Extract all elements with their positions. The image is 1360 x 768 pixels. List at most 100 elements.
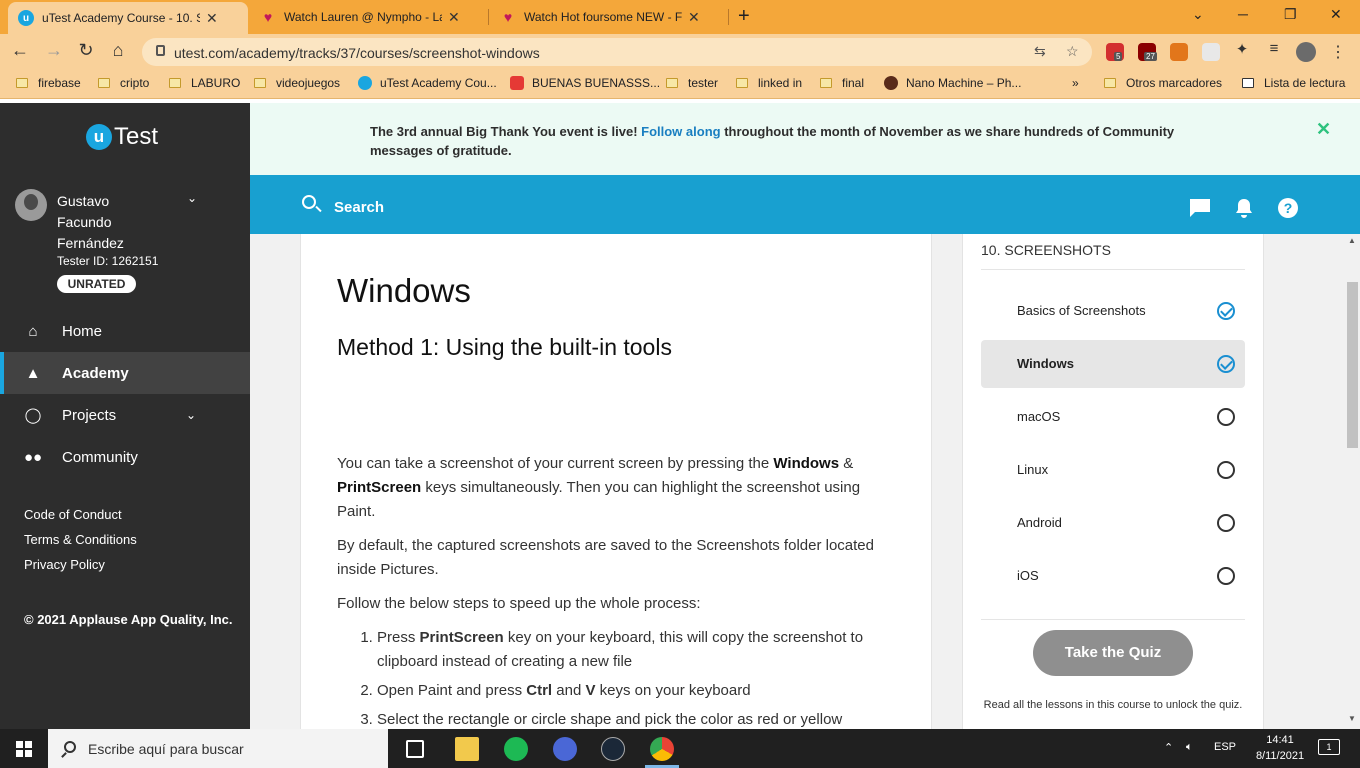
volume-icon[interactable]: 🔈︎ (1186, 741, 1193, 754)
close-tab-icon[interactable]: ✕ (206, 10, 218, 27)
lesson-item-active[interactable]: Windows (981, 340, 1245, 388)
reload-icon[interactable]: ↻ (74, 40, 98, 61)
close-banner-icon[interactable]: ✕ (1316, 119, 1331, 140)
bookmark-folder[interactable]: final (820, 76, 864, 90)
chevron-down-icon[interactable]: ⌄ (186, 408, 196, 422)
other-bookmarks[interactable]: Otros marcadores (1104, 76, 1222, 90)
bookmark-folder[interactable]: LABURO (169, 76, 240, 90)
home-icon[interactable]: ⌂ (106, 40, 130, 61)
divider (981, 269, 1245, 270)
url-text[interactable]: utest.com/academy/tracks/37/courses/scre… (174, 45, 540, 61)
steam-icon[interactable] (601, 737, 625, 761)
taskbar-search-input[interactable]: Escribe aquí para buscar (88, 741, 244, 757)
chrome-profile-icon[interactable] (553, 737, 577, 761)
nav-item-academy[interactable]: ▲ Academy (0, 352, 250, 394)
new-tab-icon[interactable]: + (738, 5, 750, 28)
bookmark-label: BUENAS BUENASSS... (532, 76, 661, 90)
page-scrollbar[interactable]: ▲ ▼ (1345, 234, 1360, 729)
bookmark-folder[interactable]: videojuegos (254, 76, 340, 90)
text: keys on your keyboard (595, 682, 751, 699)
tester-id: Tester ID: 1262151 (57, 254, 159, 268)
nav-label: Community (62, 448, 138, 466)
nav-item-projects[interactable]: ◯ Projects ⌄ (0, 394, 250, 436)
follow-along-link[interactable]: Follow along (641, 124, 720, 139)
close-window-icon[interactable]: ✕ (1330, 6, 1342, 23)
lesson-item[interactable]: Basics of Screenshots (981, 287, 1245, 335)
terms-conditions-link[interactable]: Terms & Conditions (24, 532, 137, 547)
lesson-item[interactable]: iOS (981, 552, 1245, 600)
bookmark-link[interactable]: uTest Academy Cou... (358, 76, 497, 90)
start-tile (25, 741, 32, 748)
bookmark-label: LABURO (191, 76, 241, 90)
spotify-icon[interactable] (504, 737, 528, 761)
bookmarks-overflow-icon[interactable]: » (1072, 76, 1079, 90)
browser-menu-icon[interactable]: ⋮ (1330, 42, 1346, 62)
search-icon[interactable] (302, 195, 316, 209)
translate-icon[interactable]: ⇆ (1034, 43, 1046, 60)
tab-search-chevron-icon[interactable]: ⌄ (1192, 6, 1204, 23)
bookmark-link[interactable]: Nano Machine – Ph... (884, 76, 1021, 90)
code-of-conduct-link[interactable]: Code of Conduct (24, 507, 122, 522)
scroll-down-icon[interactable]: ▼ (1348, 714, 1356, 723)
heart-favicon-icon: ♥ (503, 9, 513, 25)
lock-icon[interactable] (156, 45, 165, 56)
nav-item-community[interactable]: ●● Community (0, 436, 250, 478)
chat-icon[interactable] (1189, 198, 1211, 218)
bell-icon[interactable] (1235, 198, 1253, 218)
restore-icon[interactable]: ❐ (1284, 6, 1297, 23)
forward-icon[interactable]: → (42, 40, 66, 61)
bookmark-folder[interactable]: cripto (98, 76, 149, 90)
address-bar[interactable]: utest.com/academy/tracks/37/courses/scre… (142, 38, 1092, 66)
profile-avatar[interactable] (1296, 42, 1316, 62)
user-name: Gustavo Facundo Fernández (57, 193, 124, 251)
search-input[interactable]: Search (334, 199, 384, 216)
reading-list-icon (1242, 78, 1254, 88)
bookmark-link[interactable]: BUENAS BUENASSS... (510, 76, 660, 90)
browser-tab-utest[interactable]: u uTest Academy Course - 10. Scre ✕ (8, 2, 248, 34)
lesson-name: iOS (1017, 568, 1039, 583)
lesson-item[interactable]: Linux (981, 446, 1245, 494)
taskbar-search[interactable]: Escribe aquí para buscar (48, 729, 388, 768)
close-tab-icon[interactable]: ✕ (448, 9, 460, 26)
utest-logo[interactable]: u Test (86, 123, 158, 151)
scroll-up-icon[interactable]: ▲ (1348, 236, 1356, 245)
minimize-icon[interactable]: ─ (1238, 6, 1248, 22)
bookmark-folder[interactable]: firebase (16, 76, 81, 90)
adblock-extension-icon[interactable]: 5 (1106, 43, 1124, 61)
browser-tab-3[interactable]: ♥ Watch Hot foursome NEW - Four ✕ (490, 0, 726, 34)
avatar[interactable] (15, 189, 47, 221)
quiz-unlock-note: Read all the lessons in this course to u… (983, 699, 1243, 711)
chevron-down-icon[interactable]: ⌄ (187, 191, 197, 205)
nano-machine-favicon-icon (884, 76, 898, 90)
extension-icon[interactable] (1202, 43, 1220, 61)
chrome-icon[interactable] (650, 737, 674, 761)
take-quiz-button[interactable]: Take the Quiz (1033, 630, 1193, 676)
language-indicator[interactable]: ESP (1214, 741, 1236, 753)
extensions-puzzle-icon[interactable]: ✦ (1230, 40, 1254, 58)
help-icon[interactable]: ? (1278, 198, 1298, 218)
media-control-icon[interactable]: ≡ (1262, 40, 1286, 57)
show-hidden-icons-icon[interactable]: ⌃ (1164, 741, 1173, 754)
windows-start-icon[interactable] (16, 741, 32, 757)
bookmark-star-icon[interactable]: ☆ (1066, 43, 1079, 60)
task-view-icon[interactable] (406, 740, 424, 758)
clock[interactable]: 14:41 8/11/2021 (1250, 732, 1310, 764)
text: Select the rectangle or circle shape and… (377, 711, 843, 728)
browser-tab-2[interactable]: ♥ Watch Lauren @ Nympho - Laure ✕ (250, 0, 486, 34)
back-icon[interactable]: ← (8, 40, 32, 61)
lesson-item[interactable]: Android (981, 499, 1245, 547)
lesson-item[interactable]: macOS (981, 393, 1245, 441)
bookmark-folder[interactable]: linked in (736, 76, 802, 90)
divider (981, 619, 1245, 620)
scrollbar-thumb[interactable] (1347, 282, 1358, 448)
time: 14:41 (1266, 734, 1294, 746)
file-explorer-icon[interactable] (455, 737, 479, 761)
notification-center-icon[interactable]: 1 (1318, 739, 1340, 755)
ublock-extension-icon[interactable]: 27 (1138, 43, 1157, 61)
bookmark-folder[interactable]: tester (666, 76, 718, 90)
nav-item-home[interactable]: ⌂ Home (0, 310, 250, 352)
metamask-extension-icon[interactable] (1170, 43, 1188, 61)
privacy-policy-link[interactable]: Privacy Policy (24, 557, 105, 572)
close-tab-icon[interactable]: ✕ (688, 9, 700, 26)
reading-list[interactable]: Lista de lectura (1242, 76, 1345, 90)
